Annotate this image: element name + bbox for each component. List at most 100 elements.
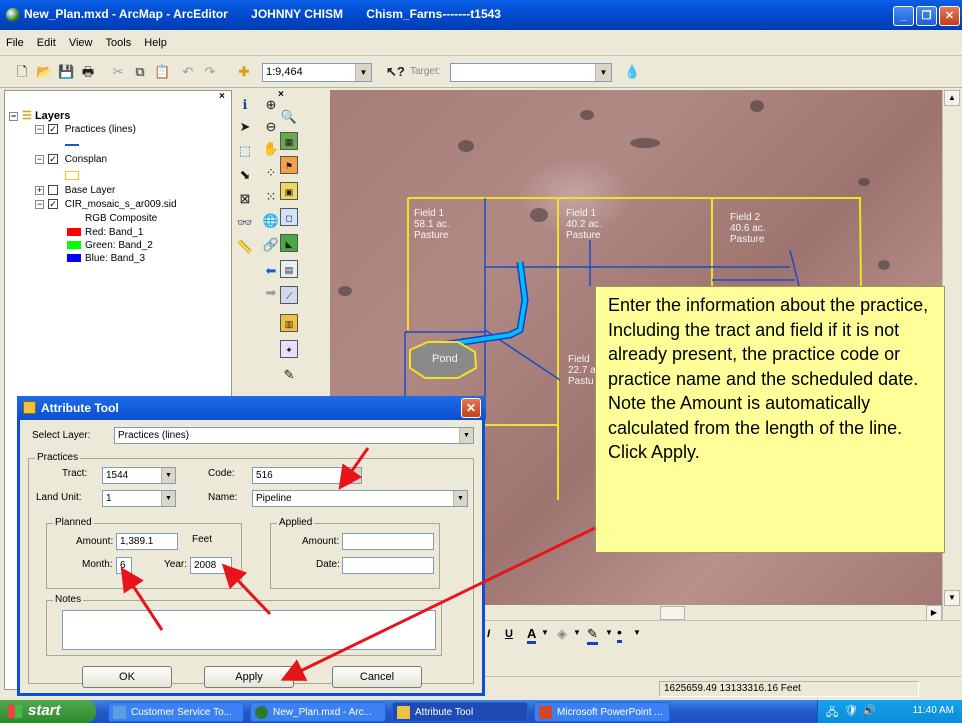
clear-selection-icon[interactable]: ⊠ bbox=[236, 190, 254, 208]
close-window-button[interactable]: ✕ bbox=[939, 6, 960, 26]
copy-icon[interactable]: ⧉ bbox=[132, 64, 148, 80]
collapse-icon[interactable]: − bbox=[35, 124, 44, 134]
task-attribute-tool[interactable]: Attribute Tool bbox=[392, 702, 528, 722]
tray-shield-icon[interactable]: 🛡 bbox=[844, 704, 858, 717]
task-customer-service[interactable]: Customer Service To... bbox=[108, 702, 244, 722]
identify-icon[interactable]: ℹ bbox=[236, 96, 254, 114]
open-folder-icon[interactable]: 📂 bbox=[36, 64, 52, 80]
hyperlink-icon[interactable]: 🔗 bbox=[262, 236, 280, 254]
dialog-title-bar[interactable]: Attribute Tool ✕ bbox=[17, 396, 485, 420]
toc-close-icon[interactable]: × bbox=[219, 91, 225, 102]
layer-checkbox[interactable] bbox=[48, 185, 58, 196]
year-field[interactable]: 2008 bbox=[190, 557, 232, 574]
tray-volume-icon[interactable]: 🔊 bbox=[862, 704, 876, 717]
pipeline-line[interactable] bbox=[434, 261, 527, 348]
forward-extent-icon[interactable]: ➡ bbox=[262, 284, 280, 302]
new-document-icon[interactable]: 🗋 bbox=[14, 64, 30, 80]
month-field[interactable]: 6 bbox=[116, 557, 132, 574]
chevron-down-icon[interactable]: ▼ bbox=[161, 491, 175, 506]
chevron-down-icon[interactable]: ▼ bbox=[633, 628, 641, 637]
dialog-close-button[interactable]: ✕ bbox=[461, 398, 481, 418]
code-dropdown[interactable]: 516 ▼ bbox=[252, 467, 362, 484]
find-magnifier-icon[interactable]: 🔍 bbox=[280, 108, 298, 126]
cut-icon[interactable]: ✂ bbox=[110, 64, 126, 80]
toc-root[interactable]: − ☰ Layers bbox=[9, 109, 70, 122]
expand-icon[interactable]: + bbox=[35, 185, 44, 195]
back-extent-icon[interactable]: ⬅ bbox=[262, 262, 280, 280]
tray-network-icon[interactable]: 🖧 bbox=[826, 704, 838, 723]
line-color-icon[interactable]: ✎ bbox=[587, 626, 598, 645]
task-powerpoint[interactable]: Microsoft PowerPoint ... bbox=[534, 702, 670, 722]
redo-icon[interactable]: ↷ bbox=[202, 64, 218, 80]
menu-edit[interactable]: Edit bbox=[31, 30, 60, 49]
map-scale-combo[interactable]: 1:9,464 ▼ bbox=[262, 63, 372, 82]
polygon-tool-icon[interactable]: ◣ bbox=[280, 234, 298, 252]
task-arcmap[interactable]: New_Plan.mxd - Arc... bbox=[250, 702, 386, 722]
target-layer-combo[interactable]: ▼ bbox=[450, 63, 612, 82]
scroll-right-icon[interactable]: ▶ bbox=[926, 605, 942, 621]
find-binoculars-icon[interactable]: 👓 bbox=[236, 214, 254, 232]
scroll-down-icon[interactable]: ▼ bbox=[944, 590, 960, 606]
land-unit-dropdown[interactable]: 1 ▼ bbox=[102, 490, 176, 507]
notes-textarea[interactable] bbox=[62, 610, 436, 650]
chevron-down-icon[interactable]: ▼ bbox=[347, 468, 361, 483]
cancel-button[interactable]: Cancel bbox=[332, 666, 422, 688]
attribute-tool-icon[interactable]: ▥ bbox=[280, 314, 298, 332]
applied-amount-field[interactable] bbox=[342, 533, 434, 550]
chevron-down-icon[interactable]: ▼ bbox=[355, 64, 371, 81]
editor-drop-icon[interactable]: 💧 bbox=[624, 64, 640, 80]
select-arrow-icon[interactable]: ➤ bbox=[236, 118, 254, 136]
chevron-down-icon[interactable]: ▼ bbox=[161, 468, 175, 483]
grid-tool-icon[interactable]: ▤ bbox=[280, 260, 298, 278]
menu-help[interactable]: Help bbox=[138, 30, 171, 49]
pan-hand-icon[interactable]: ✋ bbox=[262, 140, 280, 158]
layer-checkbox[interactable]: ✓ bbox=[48, 154, 58, 165]
fill-color-icon[interactable]: ◈ bbox=[557, 626, 567, 642]
window-title-bar[interactable]: New_Plan.mxd - ArcMap - ArcEditor JOHNNY… bbox=[0, 0, 962, 30]
flag-tool-icon[interactable]: ⚑ bbox=[280, 156, 298, 174]
map-tool-icon[interactable]: ▦ bbox=[280, 132, 298, 150]
scroll-up-icon[interactable]: ▲ bbox=[944, 90, 960, 106]
amount-field[interactable]: 1,389.1 bbox=[116, 533, 178, 550]
chevron-down-icon[interactable]: ▼ bbox=[541, 628, 549, 637]
zoom-out-icon[interactable]: ⊖ bbox=[262, 118, 280, 136]
menu-file[interactable]: File bbox=[0, 30, 28, 49]
whats-this-icon[interactable]: ↖? bbox=[386, 64, 405, 80]
start-button[interactable]: start bbox=[0, 700, 96, 723]
menu-tools[interactable]: Tools bbox=[100, 30, 136, 49]
ok-button[interactable]: OK bbox=[82, 666, 172, 688]
select-layer-dropdown[interactable]: Practices (lines) ▼ bbox=[114, 427, 474, 444]
font-color-icon[interactable]: A bbox=[527, 626, 537, 644]
minimize-button[interactable]: _ bbox=[893, 6, 914, 26]
underline-icon[interactable]: U bbox=[505, 628, 513, 640]
collapse-icon[interactable]: − bbox=[9, 111, 18, 121]
toc-layer-consplan[interactable]: − ✓ Consplan bbox=[35, 154, 107, 165]
chevron-down-icon[interactable]: ▼ bbox=[573, 628, 581, 637]
pencil-tool-icon[interactable]: ✎ bbox=[280, 366, 298, 384]
full-extent-globe-icon[interactable]: 🌐 bbox=[262, 212, 280, 230]
applied-date-field[interactable] bbox=[342, 557, 434, 574]
map-horizontal-scrollbar[interactable]: ▶ bbox=[475, 605, 942, 621]
toolbar-close-icon[interactable]: × bbox=[278, 89, 284, 100]
chevron-down-icon[interactable]: ▼ bbox=[605, 628, 613, 637]
edit-vertices-icon[interactable]: ⬊ bbox=[236, 166, 254, 184]
menu-view[interactable]: View bbox=[63, 30, 97, 49]
save-icon[interactable]: 💾 bbox=[58, 64, 74, 80]
collapse-icon[interactable]: − bbox=[35, 154, 44, 164]
select-features-icon[interactable]: ⬚ bbox=[236, 142, 254, 160]
collapse-icon[interactable]: − bbox=[35, 199, 44, 209]
toc-layer-practices[interactable]: − ✓ Practices (lines) bbox=[35, 124, 136, 135]
chevron-down-icon[interactable]: ▼ bbox=[453, 491, 467, 506]
scroll-thumb[interactable] bbox=[660, 606, 685, 620]
frame-tool-icon[interactable]: ◻ bbox=[280, 208, 298, 226]
apply-button[interactable]: Apply bbox=[204, 666, 294, 688]
line-tool-icon[interactable]: ⟋ bbox=[280, 286, 298, 304]
toc-layer-base[interactable]: + Base Layer bbox=[35, 185, 115, 196]
restore-button[interactable]: ❐ bbox=[916, 6, 937, 26]
star-tool-icon[interactable]: ✦ bbox=[280, 340, 298, 358]
chevron-down-icon[interactable]: ▼ bbox=[459, 428, 473, 443]
add-data-icon[interactable]: ✚ bbox=[236, 64, 252, 80]
paste-icon[interactable]: 📋 bbox=[154, 64, 170, 80]
chevron-down-icon[interactable]: ▼ bbox=[595, 64, 611, 81]
fixed-zoom-out-icon[interactable]: ⁙ bbox=[262, 188, 280, 206]
